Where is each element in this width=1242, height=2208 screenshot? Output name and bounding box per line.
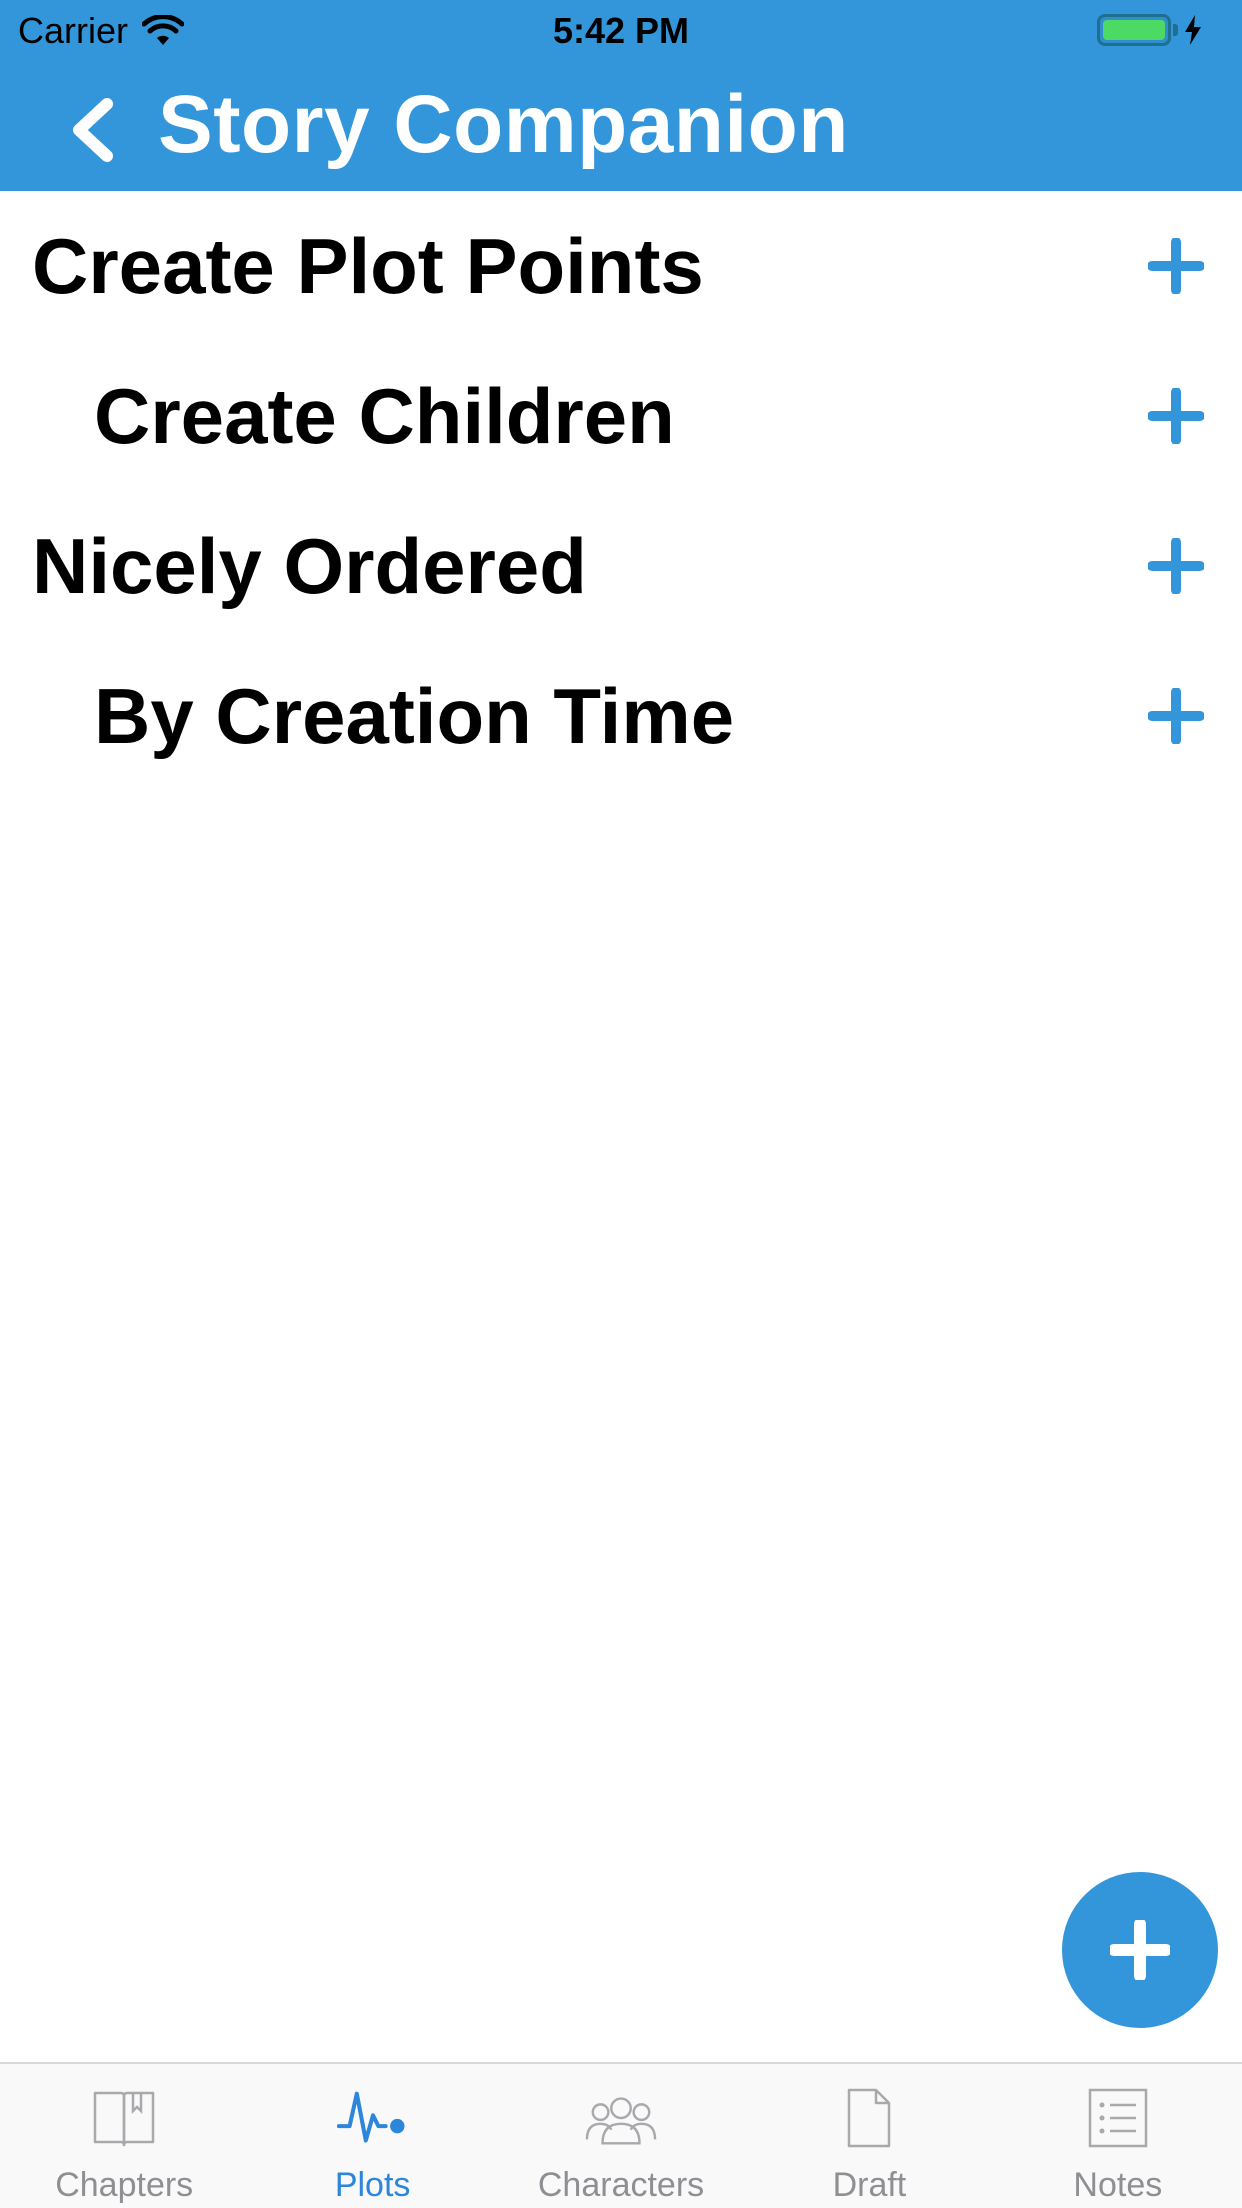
tab-plots[interactable]: Plots <box>248 2064 496 2208</box>
plot-list: Create Plot Points Create Children Nicel… <box>0 191 1242 791</box>
tab-characters[interactable]: Characters <box>497 2064 745 2208</box>
battery-icon <box>1097 14 1171 46</box>
tab-chapters[interactable]: Chapters <box>0 2064 248 2208</box>
tab-label: Notes <box>1073 2166 1163 2204</box>
pulse-icon <box>336 2091 405 2143</box>
tab-label: Chapters <box>55 2166 194 2204</box>
plot-row[interactable]: Create Children <box>0 341 1242 491</box>
add-child-plot-button[interactable] <box>1148 388 1204 444</box>
tab-label: Draft <box>832 2166 907 2204</box>
document-icon <box>848 2088 891 2148</box>
back-button[interactable] <box>52 90 132 170</box>
tab-label: Characters <box>537 2166 705 2204</box>
tab-label: Plots <box>334 2166 411 2204</box>
add-child-plot-button[interactable] <box>1148 238 1204 294</box>
people-icon <box>585 2097 657 2145</box>
plot-title: Nicely Ordered <box>32 521 587 610</box>
status-time: 5:42 PM <box>552 10 690 51</box>
battery-indicator <box>1097 14 1202 46</box>
plot-row[interactable]: By Creation Time <box>0 641 1242 791</box>
charging-bolt-icon <box>1185 15 1201 45</box>
plot-title: By Creation Time <box>94 671 735 760</box>
chevron-left-icon <box>73 98 113 162</box>
plot-title: Create Plot Points <box>32 221 704 310</box>
app-header: Carrier 5:42 PM Story Companion <box>0 0 1242 191</box>
plus-icon <box>1110 1920 1170 1980</box>
add-child-plot-button[interactable] <box>1148 538 1204 594</box>
list-icon <box>1088 2088 1148 2148</box>
add-child-plot-button[interactable] <box>1148 688 1204 744</box>
tab-bar: Chapters Plots Characters Draft Notes <box>0 2062 1242 2208</box>
tab-notes[interactable]: Notes <box>994 2064 1242 2208</box>
plot-row[interactable]: Nicely Ordered <box>0 491 1242 641</box>
plot-row[interactable]: Create Plot Points <box>0 191 1242 341</box>
book-icon <box>93 2091 155 2147</box>
navigation-bar: Story Companion <box>0 70 1242 191</box>
add-plot-fab[interactable] <box>1062 1872 1218 2028</box>
page-title: Story Companion <box>158 79 849 170</box>
plot-title: Create Children <box>94 371 675 460</box>
tab-draft[interactable]: Draft <box>745 2064 993 2208</box>
